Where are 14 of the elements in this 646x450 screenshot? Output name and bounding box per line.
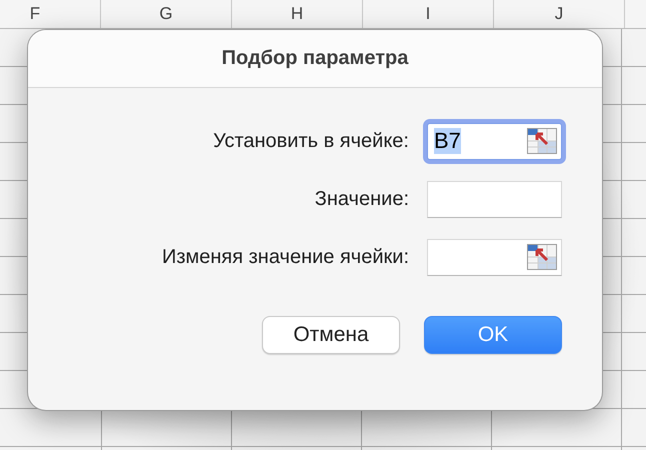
column-header[interactable]: J xyxy=(554,4,564,24)
input-field[interactable] xyxy=(427,238,562,276)
cancel-button[interactable]: Отмена xyxy=(262,316,400,354)
column-header[interactable]: H xyxy=(290,4,304,24)
cell-picker-icon[interactable] xyxy=(527,128,557,154)
field-label: Изменяя значение ячейки: xyxy=(162,246,409,268)
column-header[interactable]: G xyxy=(159,4,173,24)
field-label: Значение: xyxy=(314,188,409,210)
column-header[interactable]: I xyxy=(426,4,430,24)
cell-picker-icon[interactable] xyxy=(527,244,557,270)
dialog-title: Подбор параметра xyxy=(28,30,602,88)
field-label: Установить в ячейке: xyxy=(213,130,409,152)
input-field[interactable] xyxy=(427,180,562,218)
column-header[interactable]: F xyxy=(30,4,40,24)
